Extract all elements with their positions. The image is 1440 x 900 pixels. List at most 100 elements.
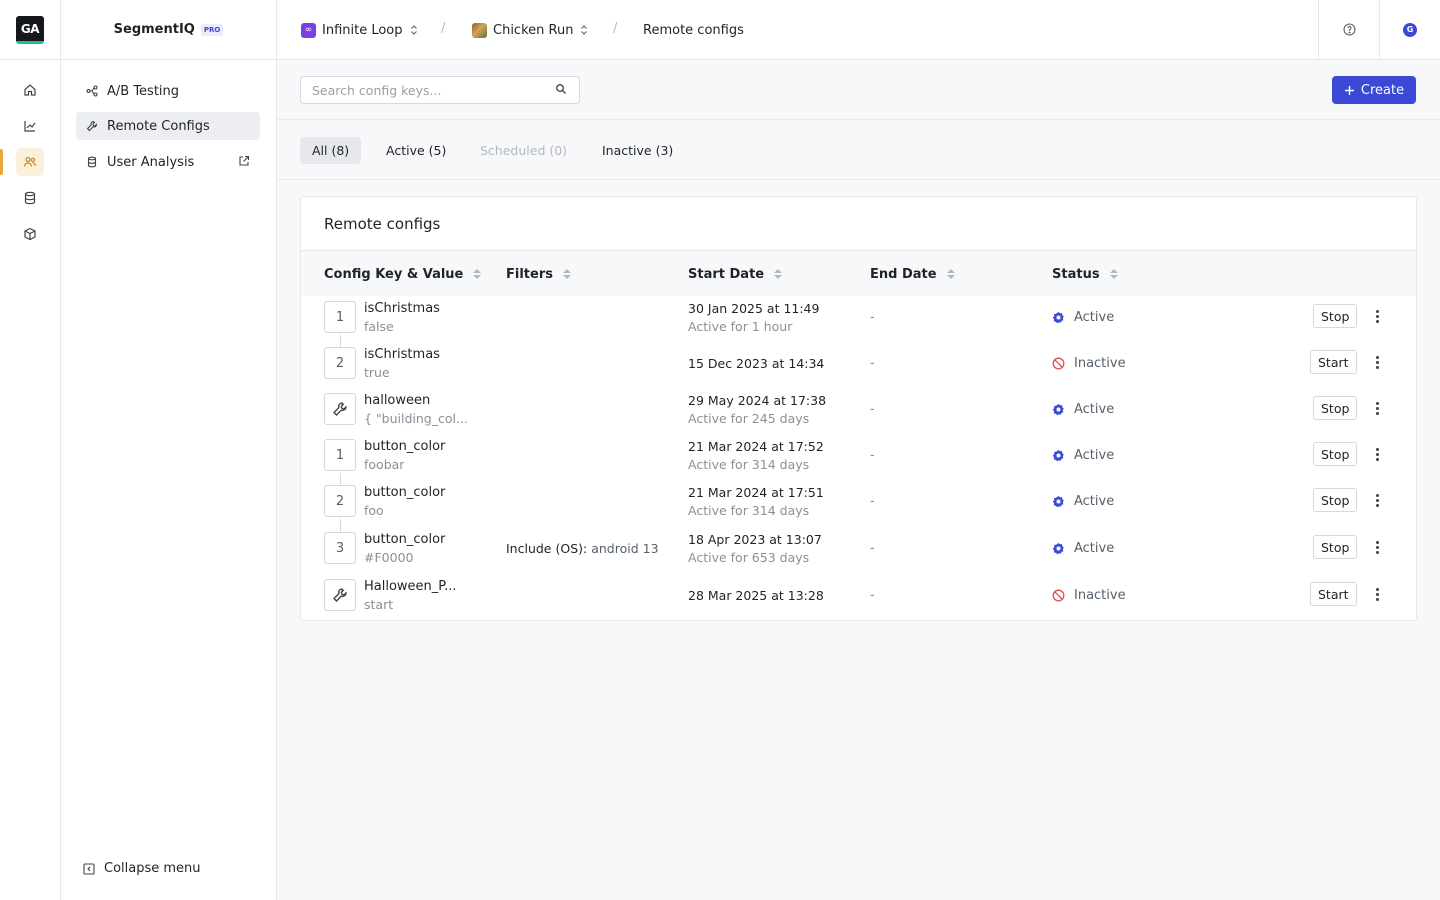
breadcrumb-page: Remote configs [643,0,744,60]
config-key[interactable]: button_color [364,439,445,454]
wrench-icon [333,402,347,416]
rail-active-marker [0,149,3,175]
config-key[interactable]: button_color [364,532,445,547]
rail-analytics[interactable] [16,112,44,140]
external-link-icon [239,155,250,166]
user-avatar-button[interactable]: G [1379,0,1440,59]
table-row[interactable]: 2 button_colorfoo 21 Mar 2024 at 17:51 Acti… [301,481,1416,527]
stop-button[interactable]: Stop [1313,488,1358,512]
config-value: true [364,365,390,380]
end-date: - [870,588,875,603]
status-badge: Inactive [1052,356,1126,371]
table-row[interactable]: halloween { "building_col... 29 May 2024 a… [301,389,1416,435]
menu-item-remote-configs[interactable]: Remote Configs [76,112,260,140]
breadcrumb-game[interactable]: Chicken Run [472,0,589,60]
chevron-updown-icon [581,25,588,35]
active-status-icon [1052,543,1064,555]
config-type-badge [324,393,356,425]
table-row[interactable]: Halloween_P... start 28 Mar 2025 at 13:28 -… [301,575,1416,620]
config-value: #F0000 [364,550,414,565]
more-options-icon[interactable] [1371,443,1383,465]
database-icon [87,156,97,168]
rail-divider [0,59,60,60]
help-button[interactable] [1318,0,1379,59]
active-duration: Active for 653 days [688,550,810,565]
menu-item-label: A/B Testing [107,83,180,99]
variant-number: 3 [324,532,356,564]
active-duration: Active for 314 days [688,503,810,518]
config-key[interactable]: Halloween_P... [364,579,457,594]
rail-packages[interactable] [16,220,44,248]
menu-item-ab-testing[interactable]: A/B Testing [76,77,260,105]
package-icon [24,227,36,241]
menu-item-user-analysis[interactable]: User Analysis [76,148,260,176]
start-date: 18 Apr 2023 at 13:07 [688,532,822,547]
table-row[interactable]: 2 isChristmas true 15 Dec 2023 at 14:34 - Ina… [301,343,1416,389]
create-button[interactable]: Create [1332,76,1416,104]
column-config-key[interactable]: Config Key & Value [324,251,482,297]
more-options-icon[interactable] [1371,305,1383,327]
wrench-icon [86,120,98,132]
sort-icon [774,269,783,279]
breadcrumb-app[interactable]: ∞ Infinite Loop [301,0,419,60]
config-value: foo [364,503,384,518]
avatar: G [1403,22,1417,37]
start-button[interactable]: Start [1310,350,1357,374]
tab-all[interactable]: All (8) [300,137,362,164]
help-icon [1342,23,1356,36]
config-key[interactable]: isChristmas [364,301,440,316]
active-duration: Active for 245 days [688,411,810,426]
config-value: { "building_col... [364,411,468,426]
variant-number: 2 [324,485,356,517]
stop-button[interactable]: Stop [1313,535,1358,559]
search-input[interactable] [301,77,541,103]
column-end-date[interactable]: End Date [870,251,955,297]
table-row[interactable]: 1 button_color foobar 21 Mar 2024 at 17:52 A… [301,435,1416,481]
breadcrumb-game-label: Chicken Run [493,22,574,38]
table-row[interactable]: 1 isChristmas false 30 Jan 2025 at 11:49 Act… [301,297,1416,343]
status-label: Inactive [1074,356,1126,371]
app-logo[interactable]: GA [16,16,44,44]
more-options-icon[interactable] [1371,536,1383,558]
search-icon [556,84,566,94]
tab-active[interactable]: Active (5) [374,137,458,164]
start-date: 21 Mar 2024 at 17:51 [688,485,824,500]
variant-number-label: 2 [335,493,345,509]
table-row[interactable]: 3 button_color #F0000 Include (OS): android… [301,528,1416,574]
more-options-icon[interactable] [1371,351,1383,373]
collapse-icon [83,862,95,875]
tab-scheduled[interactable]: Scheduled (0) [468,137,579,164]
variant-number: 1 [324,301,356,333]
collapse-menu-button[interactable]: Collapse menu [83,861,201,876]
rail-users[interactable] [16,148,44,176]
more-options-icon[interactable] [1371,397,1383,419]
column-status[interactable]: Status [1052,251,1118,297]
end-date: - [870,448,875,463]
start-button[interactable]: Start [1310,582,1357,606]
stop-button[interactable]: Stop [1313,304,1358,328]
tab-inactive[interactable]: Inactive (3) [590,137,685,164]
config-type-badge [324,579,356,611]
stop-button[interactable]: Stop [1313,442,1358,466]
ab-testing-icon [86,85,98,97]
variant-number-label: 2 [335,355,345,371]
status-label: Inactive [1074,588,1126,603]
status-badge: Active [1052,402,1114,417]
table-header: Config Key & Value Filters Start Date En… [301,250,1416,296]
app-badge-icon: ∞ [301,22,316,38]
config-key[interactable]: button_color [364,485,445,500]
config-key[interactable]: isChristmas [364,347,440,362]
remote-configs-card: Remote configs Config Key & Value Filter… [300,196,1417,621]
more-options-icon[interactable] [1371,583,1383,605]
status-label: Active [1074,541,1115,556]
active-status-icon [1052,404,1064,416]
rail-home[interactable] [16,76,44,104]
column-filters[interactable]: Filters [506,251,571,297]
status-tabs: All (8) Active (5) Scheduled (0) Inactiv… [277,120,1440,180]
column-start-date[interactable]: Start Date [688,251,783,297]
rail-data[interactable] [16,184,44,212]
config-key[interactable]: halloween [364,393,430,408]
start-date: 29 May 2024 at 17:38 [688,393,827,408]
stop-button[interactable]: Stop [1313,396,1358,420]
more-options-icon[interactable] [1371,489,1383,511]
